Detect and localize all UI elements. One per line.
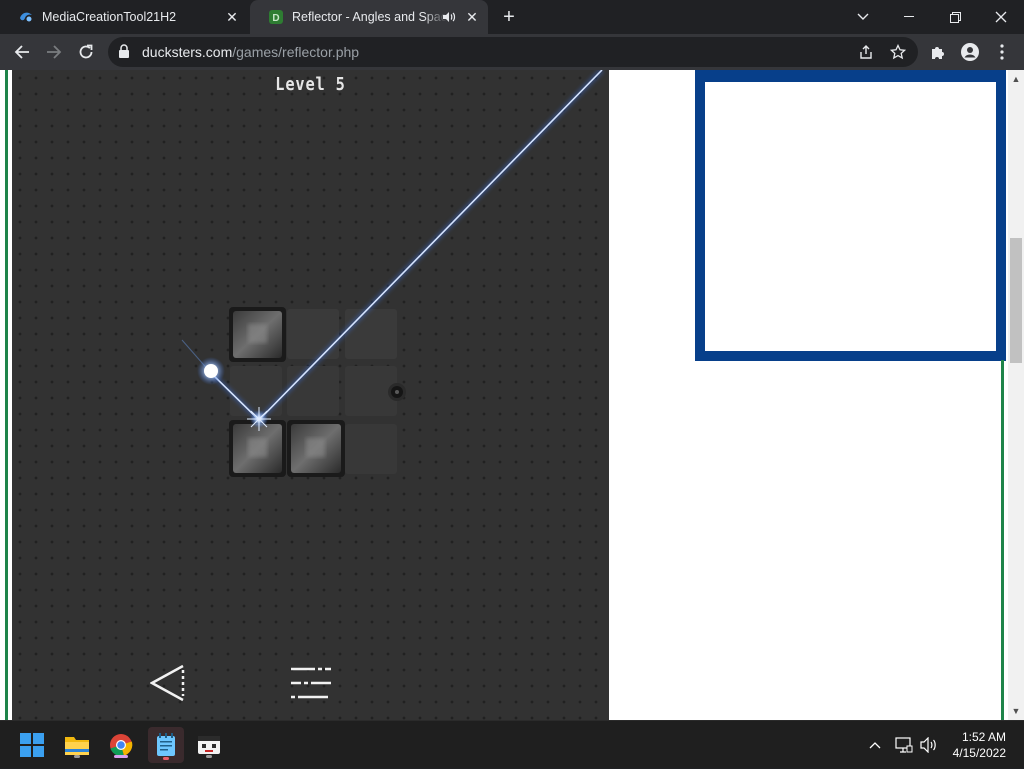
- media-creation-tool-icon: [20, 12, 32, 22]
- reflector-game-canvas[interactable]: Level 5: [12, 70, 609, 720]
- taskbar-notepad[interactable]: [148, 727, 184, 763]
- empty-cell[interactable]: [287, 309, 339, 359]
- url-text: ducksters.com/games/reflector.php: [142, 44, 359, 60]
- ducksters-icon: D: [269, 10, 283, 24]
- new-tab-button[interactable]: +: [499, 7, 519, 27]
- svg-text:D: D: [272, 13, 279, 24]
- reflector-block[interactable]: [287, 420, 345, 477]
- lock-icon[interactable]: [118, 44, 130, 59]
- star-icon: [890, 44, 906, 60]
- system-clock[interactable]: 1:52 AM 4/15/2022: [953, 729, 1006, 761]
- empty-cell[interactable]: [345, 309, 397, 359]
- ad-frame: [695, 70, 1006, 361]
- active-indicator: [114, 755, 128, 758]
- restore-icon: [949, 11, 961, 23]
- volume-icon: [920, 737, 936, 753]
- back-triangle-button[interactable]: [150, 664, 186, 704]
- page-scrollbar[interactable]: [1008, 70, 1024, 720]
- clock-date: 4/15/2022: [952, 746, 1006, 760]
- reload-icon: [79, 44, 93, 59]
- close-icon: [995, 11, 1007, 23]
- menu-lines-icon: [291, 667, 331, 699]
- level-menu-button[interactable]: [289, 666, 333, 700]
- running-indicator: [163, 757, 169, 760]
- bookmark-button[interactable]: [888, 42, 908, 62]
- scroll-up-arrow-icon[interactable]: ▲: [1008, 72, 1024, 86]
- kebab-menu-icon: [1000, 44, 1004, 60]
- reflector-block[interactable]: [229, 420, 286, 477]
- tab-search-button[interactable]: [840, 0, 886, 34]
- scrollbar-thumb[interactable]: [1010, 238, 1022, 363]
- arrow-left-icon: [14, 45, 29, 59]
- page-border-right: [1001, 360, 1004, 720]
- reflector-block[interactable]: [229, 307, 286, 362]
- tab-title: Reflector - Angles and Spacing: [292, 10, 447, 24]
- browser-toolbar: ducksters.com/games/reflector.php: [0, 34, 1024, 70]
- web-page: Level 5 ▲ ▼: [0, 70, 1024, 720]
- avatar-icon: [961, 43, 979, 61]
- taskbar-chrome[interactable]: [105, 729, 137, 761]
- page-border-left: [5, 70, 8, 720]
- puzzle-icon: [932, 47, 944, 59]
- chevron-up-icon: [869, 742, 881, 749]
- tab-reflector[interactable]: D Reflector - Angles and Spacing ✕: [250, 0, 488, 34]
- clock-time: 1:52 AM: [961, 730, 1006, 744]
- share-button[interactable]: [856, 42, 876, 62]
- running-indicator: [206, 755, 212, 758]
- tab-close-icon[interactable]: ✕: [464, 9, 480, 25]
- empty-cell[interactable]: [345, 424, 397, 474]
- taskbar-app[interactable]: [193, 729, 225, 761]
- target-hole: [388, 383, 406, 401]
- network-icon: [895, 737, 913, 753]
- url-host: ducksters.com: [142, 44, 233, 60]
- taskbar-file-explorer[interactable]: [61, 729, 93, 761]
- empty-cell[interactable]: [230, 366, 282, 416]
- close-window-button[interactable]: [978, 0, 1024, 34]
- volume-button[interactable]: [918, 721, 940, 769]
- browser-menu-button[interactable]: [990, 40, 1014, 64]
- profile-button[interactable]: [958, 40, 982, 64]
- reload-button[interactable]: [74, 40, 98, 64]
- running-indicator: [74, 755, 80, 758]
- start-button[interactable]: [16, 729, 48, 761]
- empty-cell[interactable]: [287, 366, 339, 416]
- network-button[interactable]: [892, 721, 916, 769]
- back-button[interactable]: [10, 40, 34, 64]
- address-bar[interactable]: ducksters.com/games/reflector.php: [108, 37, 918, 67]
- tab-title: MediaCreationTool21H2: [42, 10, 177, 24]
- speaker-audio-icon[interactable]: [442, 10, 456, 24]
- windows-taskbar: 1:52 AM 4/15/2022: [0, 720, 1024, 768]
- show-hidden-icons-button[interactable]: [864, 721, 886, 769]
- tab-mediacreationtool[interactable]: MediaCreationTool21H2 ✕: [0, 0, 248, 34]
- triangle-back-icon: [150, 664, 184, 702]
- minimize-icon: [904, 16, 914, 17]
- chrome-icon: [110, 734, 133, 756]
- laser-source[interactable]: [197, 357, 225, 385]
- restore-button[interactable]: [932, 0, 978, 34]
- terminal-app-icon: [198, 736, 220, 754]
- extensions-button[interactable]: [926, 40, 950, 64]
- file-explorer-icon: [65, 737, 89, 755]
- tab-strip: MediaCreationTool21H2 ✕ D Reflector - An…: [0, 0, 1024, 34]
- minimize-button[interactable]: [886, 0, 932, 34]
- start-icon: [20, 733, 44, 757]
- share-icon: [860, 45, 872, 59]
- url-path: /games/reflector.php: [232, 44, 360, 60]
- chevron-down-icon: [857, 13, 869, 20]
- notepad-icon: [157, 733, 175, 756]
- tab-close-icon[interactable]: ✕: [224, 9, 240, 25]
- forward-button[interactable]: [42, 40, 66, 64]
- arrow-right-icon: [47, 45, 62, 59]
- scroll-down-arrow-icon[interactable]: ▼: [1008, 704, 1024, 718]
- game-board: [181, 70, 604, 477]
